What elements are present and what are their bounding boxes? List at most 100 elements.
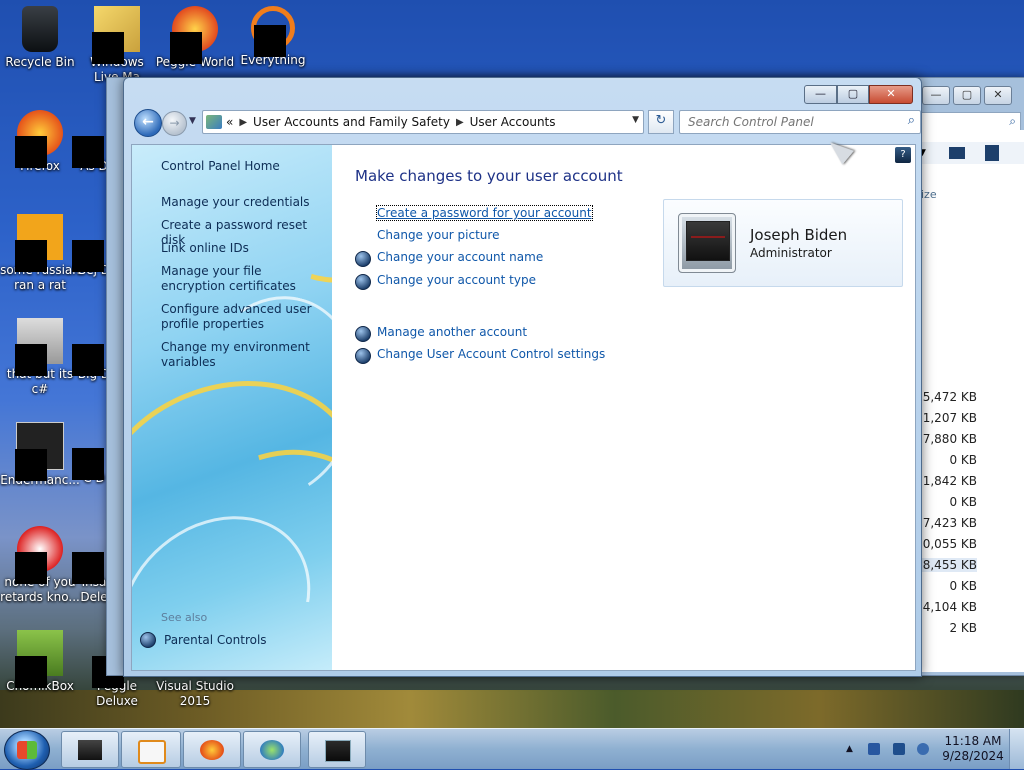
recent-pages-dropdown[interactable]: ▼ (189, 116, 196, 126)
address-dropdown-icon[interactable]: ▼ (632, 115, 639, 125)
desktop-icon-endermanch[interactable]: Endermanc... (0, 416, 80, 488)
windows-live-icon (92, 6, 140, 64)
desktop-icon-windows-live[interactable]: Windows Live Ma (77, 0, 157, 85)
shield-globe-icon (355, 348, 371, 364)
shield-globe-icon (355, 251, 371, 267)
file-icon (15, 214, 63, 272)
everything-icon (251, 6, 295, 57)
task-manage-credentials[interactable]: Manage your credentials (161, 195, 326, 210)
breadcrumb-item-user-accounts[interactable]: User Accounts (470, 115, 556, 129)
navigation-bar: ← → ▼ « ▶ User Accounts and Family Safet… (132, 108, 921, 137)
forward-button[interactable]: → (162, 111, 187, 136)
clock-date: 9/28/2024 (942, 749, 1004, 763)
search-icon[interactable]: ⌕ (908, 113, 915, 128)
parental-controls-label: Parental Controls (164, 633, 267, 647)
breadcrumb-item-user-accounts-family-safety[interactable]: User Accounts and Family Safety (253, 115, 450, 129)
back-window-close-button[interactable]: ✕ (984, 86, 1012, 105)
desktop-icon-label: Recycle Bin (5, 55, 75, 69)
taskbar-app-firefox[interactable] (183, 731, 241, 768)
desktop-icon-russian-rat[interactable]: some russian ran a rat (0, 208, 80, 293)
desktop-icon-peggle-world[interactable]: Peggle World (155, 0, 235, 70)
task-link-online-ids[interactable]: Link online IDs (161, 241, 326, 256)
task-environment-variables[interactable]: Change my environment variables (161, 340, 326, 370)
taskbar-app-download-manager[interactable] (243, 731, 301, 768)
change-account-type-link[interactable]: Change your account type (377, 273, 536, 287)
avatar (678, 213, 736, 273)
taskbar: ▲ 11:18 AM 9/28/2024 (0, 728, 1024, 770)
app-icon (78, 740, 102, 760)
desktop-icon-none-of-you[interactable]: none of you retards kno... (0, 520, 80, 605)
tray-expand-icon[interactable]: ▲ (846, 744, 853, 754)
see-also-label: See also (161, 611, 208, 624)
task-file-encryption-certificates[interactable]: Manage your file encryption certificates (161, 264, 326, 294)
desktop-icon-that-but-csharp[interactable]: that but its c# (0, 312, 80, 397)
uac-settings-link[interactable]: Change User Account Control settings (377, 347, 605, 361)
desktop-icon-firefox[interactable]: Firefox (0, 104, 80, 174)
clock-time: 11:18 AM (944, 734, 1002, 748)
breadcrumb-prefix[interactable]: « (226, 115, 233, 129)
task-advanced-user-profile[interactable]: Configure advanced user profile properti… (161, 302, 326, 332)
desktop-icon-chomikbox[interactable]: ChomikBox (0, 624, 80, 694)
media-player-icon (138, 740, 166, 764)
shield-globe-icon (140, 632, 156, 648)
parental-controls-link[interactable]: Parental Controls (140, 632, 267, 648)
file-icon (15, 318, 63, 376)
back-window-minimize-button[interactable]: — (922, 86, 950, 105)
back-window-toolbar: ▼ (919, 142, 1024, 164)
user-account-card: Joseph Biden Administrator (663, 199, 903, 287)
tray-display-icon[interactable] (893, 743, 905, 755)
view-icon[interactable] (949, 147, 965, 159)
preview-pane-icon[interactable] (985, 145, 999, 161)
shield-globe-icon (355, 274, 371, 290)
change-picture-link[interactable]: Change your picture (377, 228, 499, 242)
search-icon: ⌕ (1009, 114, 1016, 128)
desktop-icon-recycle-bin[interactable]: Recycle Bin (0, 0, 80, 70)
back-window-search-box[interactable]: ⌕ (919, 112, 1021, 132)
control-panel-home-link[interactable]: Control Panel Home (161, 159, 326, 174)
firefox-icon (15, 110, 63, 168)
user-accounts-window[interactable]: — ▢ ✕ ← → ▼ « ▶ User Accounts and Family… (123, 77, 922, 677)
column-header-size[interactable]: ize (921, 188, 937, 201)
create-password-link[interactable]: Create a password for your account (376, 205, 593, 221)
change-account-name-link[interactable]: Change your account name (377, 250, 543, 264)
window-caption-buttons: — ▢ ✕ (804, 85, 913, 104)
chomikbox-icon (15, 630, 63, 688)
close-button[interactable]: ✕ (869, 85, 913, 104)
control-panel-content: Control Panel Home Manage your credentia… (131, 144, 916, 671)
breadcrumb-separator[interactable]: ▶ (239, 117, 247, 128)
taskbar-app-media[interactable] (121, 731, 181, 768)
download-manager-icon (260, 740, 284, 760)
back-button[interactable]: ← (134, 109, 162, 137)
user-role: Administrator (750, 246, 832, 260)
back-window-file-list[interactable]: ▼ ize 5,472 KB 21,207 KB 727,880 KB 0 KB… (887, 130, 1024, 672)
page-title: Make changes to your user account (355, 167, 623, 185)
tray-volume-icon[interactable] (917, 743, 929, 755)
breadcrumb-separator[interactable]: ▶ (456, 117, 464, 128)
control-panel-icon (325, 740, 351, 762)
back-window-maximize-button[interactable]: ▢ (953, 86, 981, 105)
desktop-icon-label: Visual Studio 2015 (156, 679, 234, 708)
maximize-button[interactable]: ▢ (837, 85, 869, 104)
minimize-button[interactable]: — (804, 85, 837, 104)
taskbar-app-recycle[interactable] (61, 731, 119, 768)
search-box[interactable]: ⌕ (679, 110, 921, 134)
recycle-bin-icon (22, 6, 58, 52)
manage-another-account-link[interactable]: Manage another account (377, 325, 527, 339)
tray-network-icon[interactable] (868, 743, 880, 755)
app-icon (15, 526, 63, 584)
task-pane: Control Panel Home Manage your credentia… (132, 145, 332, 670)
refresh-button[interactable]: ↻ (648, 110, 674, 134)
system-clock[interactable]: 11:18 AM 9/28/2024 (940, 734, 1006, 764)
help-icon[interactable]: ? (895, 147, 911, 163)
search-input[interactable] (686, 111, 900, 133)
firefox-icon (200, 740, 224, 760)
peggle-world-icon (170, 6, 218, 64)
start-button[interactable] (4, 730, 50, 770)
address-bar[interactable]: « ▶ User Accounts and Family Safety ▶ Us… (202, 110, 644, 134)
show-desktop-button[interactable] (1009, 729, 1024, 769)
windows-logo-icon (17, 741, 37, 759)
shield-globe-icon (355, 326, 371, 342)
taskbar-app-control-panel[interactable] (308, 731, 366, 768)
app-icon (15, 422, 64, 481)
desktop-icon-everything[interactable]: Everything (233, 0, 313, 68)
